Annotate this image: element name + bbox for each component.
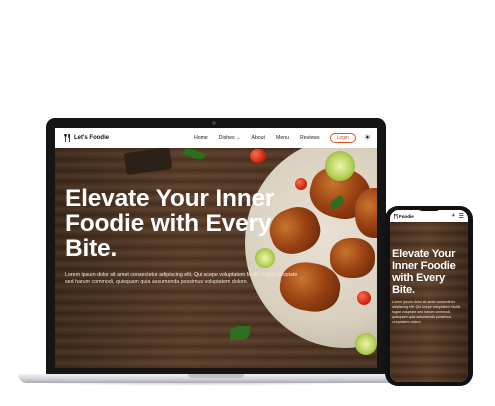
- phone-hero-section: Elevate Your Inner Foodie with Every Bit…: [390, 222, 468, 382]
- hero-title: Elevate Your Inner Foodie with Every Bit…: [65, 185, 275, 262]
- nav-link-dishes-label: Dishes: [218, 135, 235, 141]
- fork-knife-icon: [64, 134, 70, 142]
- login-button[interactable]: Login: [329, 133, 356, 143]
- nav-link-dishes[interactable]: Dishes ⌄: [219, 135, 241, 141]
- brand-name: Let's Foodie: [74, 135, 110, 141]
- chevron-down-icon: ⌄: [236, 135, 241, 140]
- nav-link-about[interactable]: About: [251, 135, 265, 141]
- tomato: [357, 291, 371, 305]
- laptop-hinge-notch: [188, 374, 244, 378]
- fork-knife-icon: [394, 213, 398, 219]
- nav-links: Home Dishes ⌄ About Menu Reviews Login ☀: [183, 133, 371, 143]
- hero-section: Elevate Your Inner Foodie with Every Bit…: [55, 148, 377, 368]
- chicken-piece: [330, 238, 375, 278]
- nav-link-menu[interactable]: Menu: [276, 135, 289, 141]
- lime-slice: [325, 151, 355, 181]
- cutting-board-image: [123, 148, 173, 176]
- phone-notch: [417, 206, 441, 211]
- nav-link-home[interactable]: Home: [194, 135, 208, 141]
- phone-brand-logo[interactable]: Foodie: [394, 213, 414, 219]
- sun-icon[interactable]: ☀: [451, 213, 455, 219]
- phone-brand-name: Foodie: [399, 213, 414, 219]
- brand-logo[interactable]: Let's Foodie: [64, 134, 109, 142]
- phone-screen: Foodie ☀ ☰ Elevate Your Inner Foodie wit…: [390, 210, 468, 382]
- phone-hero-description: Lorem ipsum dolor sit amet consectetur a…: [392, 300, 461, 324]
- laptop-screen: Let's Foodie Home Dishes ⌄ About Menu Rev…: [55, 128, 377, 368]
- herb-leaf: [230, 326, 250, 340]
- nav-link-reviews[interactable]: Reviews: [300, 135, 320, 141]
- phone-hero-title: Elevate Your Inner Foodie with Every Bit…: [392, 248, 456, 296]
- site-navbar: Let's Foodie Home Dishes ⌄ About Menu Rev…: [55, 128, 377, 149]
- herb-leaf: [182, 148, 206, 162]
- sun-icon[interactable]: ☀: [364, 134, 371, 142]
- laptop-camera: [212, 121, 216, 125]
- tomato: [295, 178, 307, 190]
- hamburger-icon[interactable]: ☰: [459, 213, 464, 220]
- tomato: [250, 149, 266, 163]
- lime-slice: [355, 333, 377, 355]
- hero-description: Lorem ipsum dolor sit amet consectetur a…: [65, 272, 298, 285]
